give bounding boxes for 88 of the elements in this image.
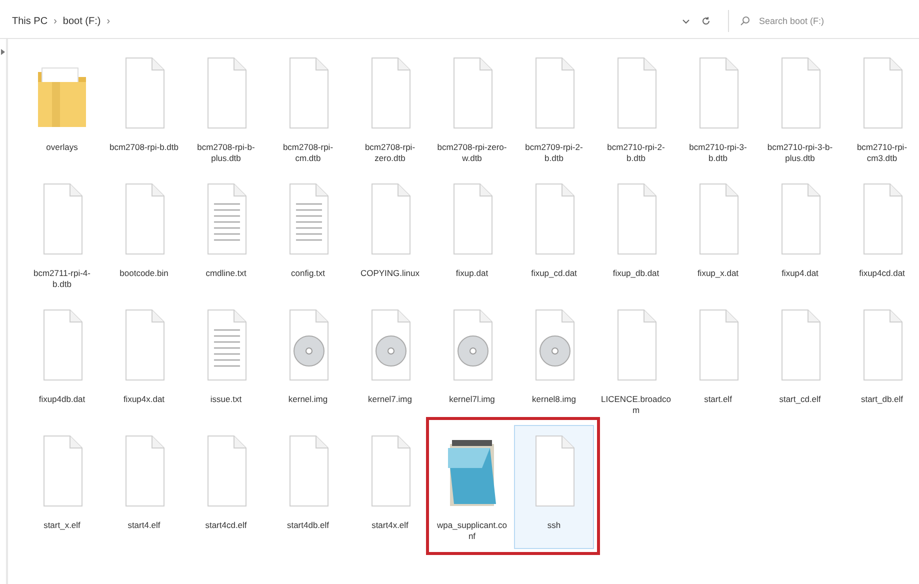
file-item[interactable]: start.elf [678, 299, 758, 423]
file-name: bcm2710-rpi-2-b.dtb [606, 142, 666, 164]
file-name: bcm2710-rpi-3-b-plus.dtb [766, 142, 834, 164]
file-name: bcm2708-rpi-zero.dtb [364, 142, 416, 164]
breadcrumb-separator[interactable]: › [106, 16, 110, 26]
search-icon [739, 15, 751, 27]
file-item[interactable]: issue.txt [186, 299, 266, 423]
file-item[interactable]: fixup4x.dat [104, 299, 184, 423]
breadcrumb[interactable]: boot (F:) [62, 16, 101, 26]
file-name: overlays [45, 142, 79, 153]
file-name: fixup4db.dat [38, 394, 86, 405]
file-name: fixup_cd.dat [530, 268, 578, 279]
file-name: issue.txt [209, 394, 243, 405]
file-item[interactable]: config.txt [268, 173, 348, 297]
search-field[interactable]: Search boot (F:) [757, 15, 911, 27]
file-name: start4x.elf [370, 520, 410, 531]
file-item[interactable]: bcm2710-rpi-3-b-plus.dtb [760, 47, 840, 171]
file-name: start.elf [703, 394, 733, 405]
file-item[interactable]: start_db.elf [842, 299, 919, 423]
file-item[interactable]: LICENCE.broadcom [596, 299, 676, 423]
file-item[interactable]: fixup_db.dat [596, 173, 676, 297]
file-name: bcm2709-rpi-2-b.dtb [524, 142, 584, 164]
file-item[interactable]: fixup_x.dat [678, 173, 758, 297]
file-item[interactable]: fixup.dat [432, 173, 512, 297]
file-name: ssh [546, 520, 562, 531]
file-item[interactable]: bcm2710-rpi-3-b.dtb [678, 47, 758, 171]
file-item[interactable]: fixup4db.dat [22, 299, 102, 423]
file-item[interactable]: start4cd.elf [186, 425, 266, 549]
file-name: LICENCE.broadcom [600, 394, 672, 416]
file-name: start_cd.elf [778, 394, 822, 405]
file-item[interactable]: bootcode.bin [104, 173, 184, 297]
file-name: start_x.elf [42, 520, 82, 531]
file-name: bcm2708-rpi-cm.dtb [282, 142, 334, 164]
file-item[interactable]: cmdline.txt [186, 173, 266, 297]
file-item[interactable]: bcm2709-rpi-2-b.dtb [514, 47, 594, 171]
file-item[interactable]: start4db.elf [268, 425, 348, 549]
file-item[interactable]: start_x.elf [22, 425, 102, 549]
file-item[interactable]: bcm2708-rpi-zero.dtb [350, 47, 430, 171]
file-name: fixup4x.dat [122, 394, 166, 405]
file-item[interactable]: bcm2708-rpi-zero-w.dtb [432, 47, 512, 171]
file-name: start4cd.elf [204, 520, 248, 531]
file-name: bcm2711-rpi-4-b.dtb [32, 268, 92, 290]
file-item[interactable]: bcm2711-rpi-4-b.dtb [22, 173, 102, 297]
file-name: kernel7.img [367, 394, 413, 405]
file-name: cmdline.txt [204, 268, 248, 279]
file-name: fixup_x.dat [696, 268, 740, 279]
file-item[interactable]: fixup4cd.dat [842, 173, 919, 297]
file-item[interactable]: wpa_supplicant.conf [432, 425, 512, 549]
file-name: kernel8.img [531, 394, 577, 405]
refresh-icon[interactable] [700, 15, 712, 27]
file-name: wpa_supplicant.conf [436, 520, 508, 542]
file-name: bcm2710-rpi-cm3.dtb [856, 142, 908, 164]
file-name: bcm2708-rpi-b-plus.dtb [196, 142, 256, 164]
file-item[interactable]: COPYING.linux [350, 173, 430, 297]
file-item[interactable]: fixup4.dat [760, 173, 840, 297]
file-name: fixup4.dat [780, 268, 820, 279]
file-item[interactable]: kernel7.img [350, 299, 430, 423]
breadcrumb[interactable]: This PC [12, 16, 48, 26]
file-item[interactable]: kernel8.img [514, 299, 594, 423]
file-item[interactable]: bcm2708-rpi-b-plus.dtb [186, 47, 266, 171]
expand-icon[interactable] [0, 49, 6, 55]
file-name: fixup_db.dat [612, 268, 660, 279]
file-name: COPYING.linux [359, 268, 421, 279]
file-item[interactable]: kernel.img [268, 299, 348, 423]
file-name: start4db.elf [286, 520, 330, 531]
file-name: start4.elf [126, 520, 162, 531]
file-name: bootcode.bin [118, 268, 170, 279]
file-item[interactable]: bcm2710-rpi-cm3.dtb [842, 47, 919, 171]
file-name: bcm2708-rpi-b.dtb [108, 142, 180, 153]
file-name: fixup.dat [454, 268, 490, 279]
file-item[interactable]: start4.elf [104, 425, 184, 549]
file-item[interactable]: kernel7l.img [432, 299, 512, 423]
file-item[interactable]: start_cd.elf [760, 299, 840, 423]
file-item[interactable]: ssh [514, 425, 594, 549]
file-name: kernel.img [287, 394, 329, 405]
file-item[interactable]: start4x.elf [350, 425, 430, 549]
breadcrumb-separator[interactable]: › [54, 16, 57, 26]
file-item[interactable]: bcm2710-rpi-2-b.dtb [596, 47, 676, 171]
file-item[interactable]: bcm2708-rpi-cm.dtb [268, 47, 348, 171]
file-name: start_db.elf [860, 394, 904, 405]
file-name: kernel7l.img [448, 394, 496, 405]
file-name: bcm2708-rpi-zero-w.dtb [436, 142, 508, 164]
file-item[interactable]: fixup_cd.dat [514, 173, 594, 297]
file-item[interactable]: overlays [22, 47, 102, 171]
file-name: bcm2710-rpi-3-b.dtb [688, 142, 748, 164]
file-name: config.txt [290, 268, 326, 279]
file-item[interactable]: bcm2708-rpi-b.dtb [104, 47, 184, 171]
file-name: fixup4cd.dat [858, 268, 906, 279]
